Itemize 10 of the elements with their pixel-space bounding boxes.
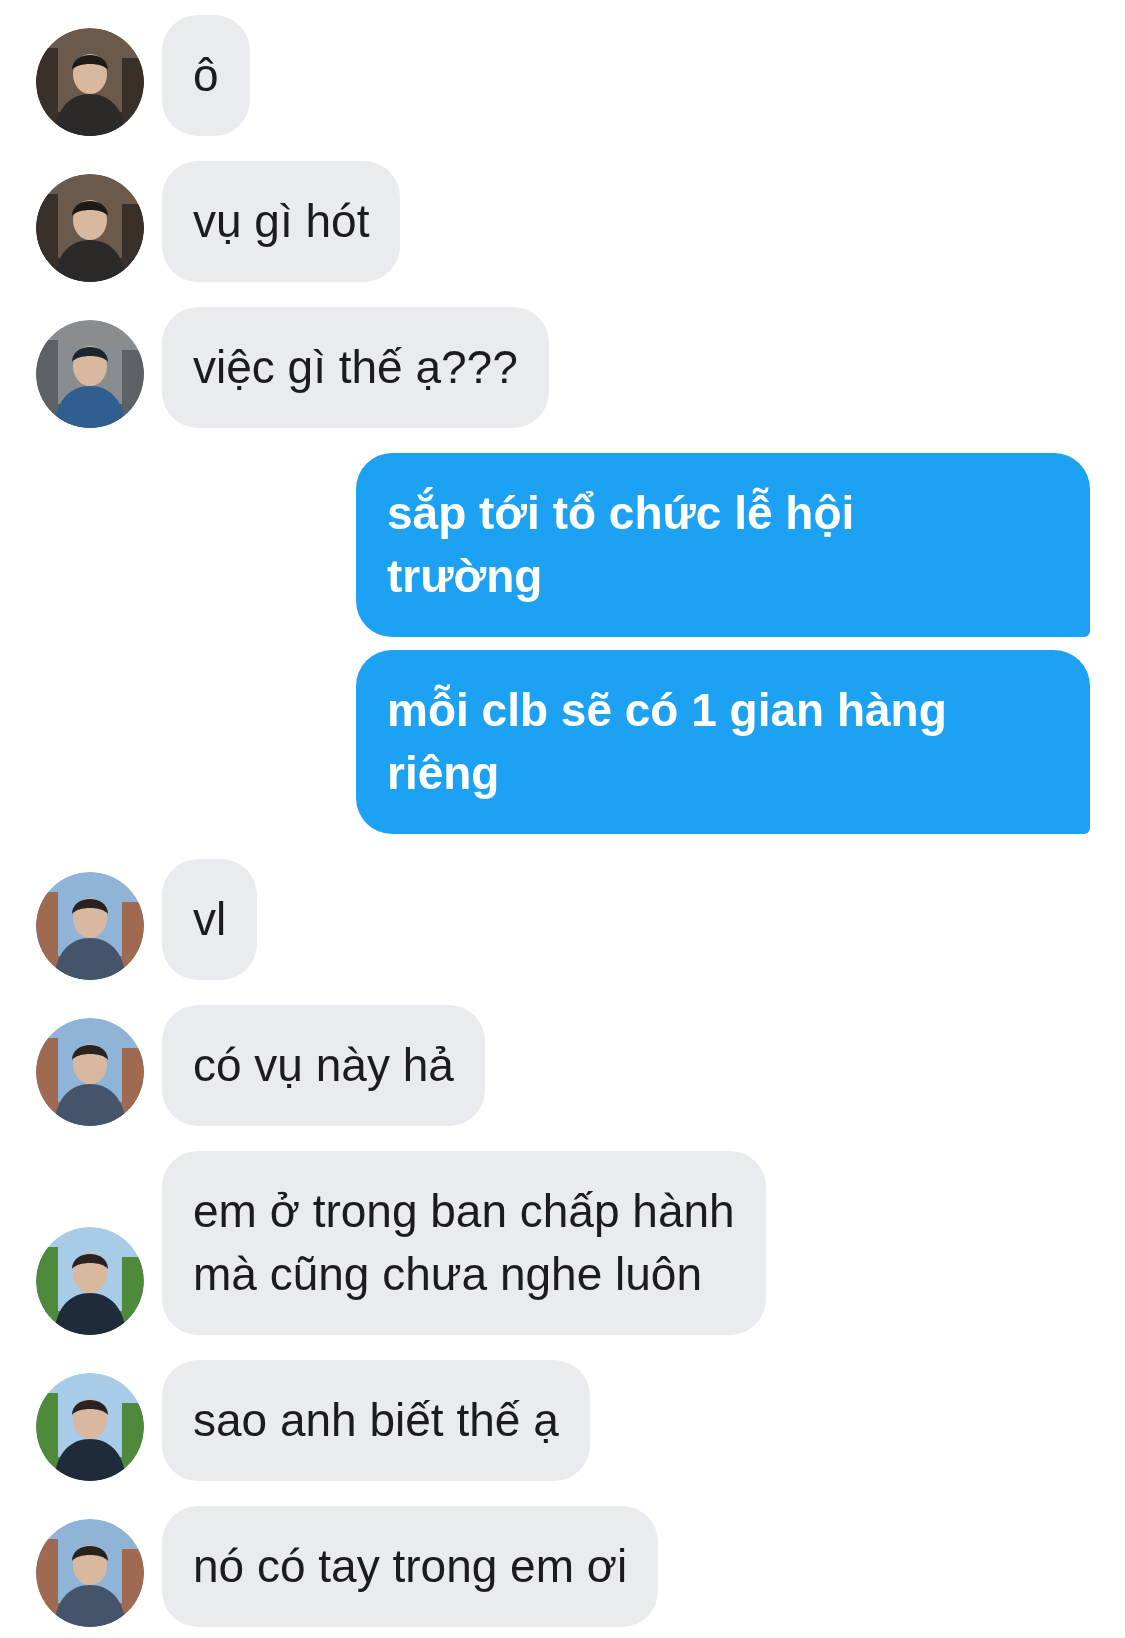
message-bubble: việc gì thế ạ??? (162, 307, 549, 428)
message-bubble: mỗi clb sẽ có 1 gian hàng riêng (356, 650, 1090, 834)
message-bubble: vụ gì hót (162, 161, 401, 282)
message-bubble: sao anh biết thế ạ (162, 1360, 590, 1481)
message-bubble: nó có tay trong em ơi (162, 1506, 659, 1627)
message-bubble: sắp tới tổ chức lễ hội trường (356, 453, 1090, 637)
message-bubble: ô (162, 15, 250, 136)
message-bubble: vl (162, 859, 258, 980)
message-bubble: có vụ này hả (162, 1005, 485, 1126)
message-bubble: em ở trong ban chấp hành mà cũng chưa nghe luôn (162, 1151, 766, 1335)
